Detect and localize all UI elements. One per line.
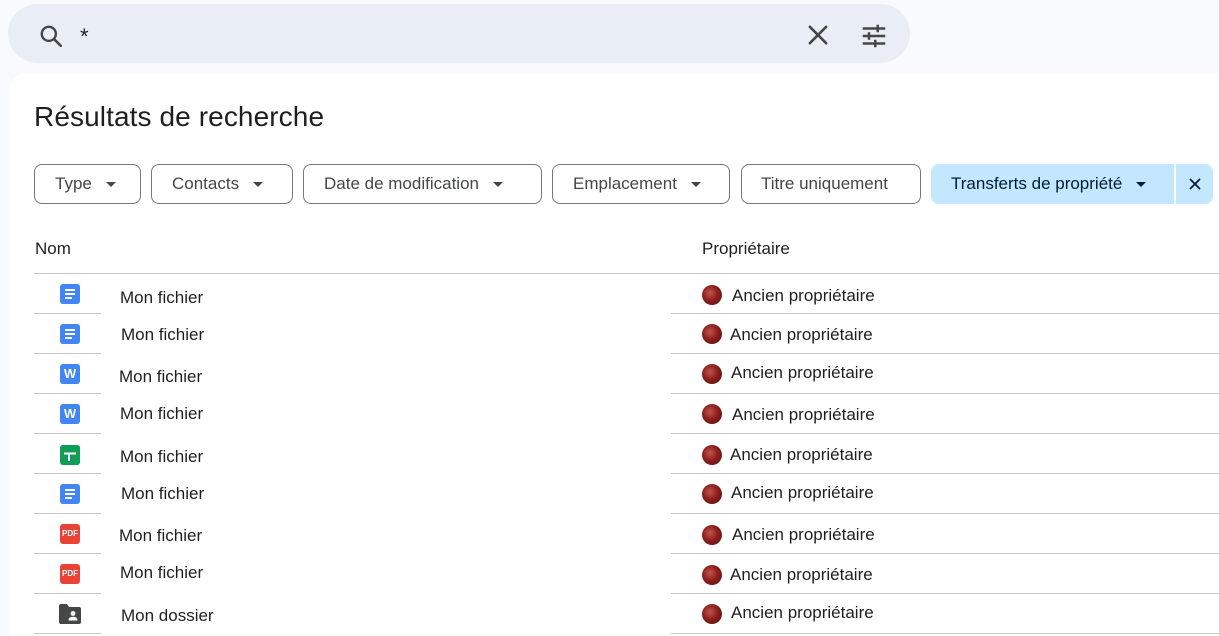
owner-avatar: [702, 445, 722, 465]
owner-name: Ancien propriétaire: [730, 325, 873, 344]
owner-name: Ancien propriétaire: [731, 483, 874, 502]
google-docs-icon: [60, 484, 80, 504]
shared-folder-icon: [59, 604, 81, 624]
search-options-icon[interactable]: [859, 21, 889, 51]
google-docs-icon: [60, 324, 80, 344]
file-row[interactable]: W Mon fichier Ancien propriétaire: [10, 394, 1219, 434]
clear-search-icon[interactable]: [804, 21, 832, 49]
search-bar[interactable]: *: [8, 4, 910, 63]
file-name: Mon fichier: [119, 526, 203, 545]
owner-name: Ancien propriétaire: [730, 445, 873, 464]
owner-avatar: [702, 404, 722, 424]
close-icon: [1188, 178, 1201, 190]
folder-row[interactable]: Mon dossier Ancien propriétaire: [10, 594, 1219, 634]
filter-chip-label: Type: [55, 174, 92, 193]
chevron-down-icon: [253, 181, 264, 187]
filter-chip-title-only[interactable]: Titre uniquement: [741, 164, 921, 204]
owner-avatar: [702, 364, 722, 384]
filter-chip-type[interactable]: Type: [34, 164, 141, 204]
chevron-down-icon: [105, 181, 116, 187]
filter-chip-location[interactable]: Emplacement: [552, 164, 730, 204]
google-docs-icon: [60, 284, 80, 304]
column-header-name[interactable]: Nom: [35, 239, 71, 259]
file-row[interactable]: PDF Mon fichier Ancien propriétaire: [10, 554, 1219, 594]
results-panel: Résultats de recherche Type Contacts Dat…: [10, 73, 1219, 636]
owner-avatar: [702, 604, 722, 624]
pdf-icon: PDF: [60, 524, 80, 544]
chevron-down-icon: [1136, 181, 1147, 187]
file-row[interactable]: Mon fichier Ancien propriétaire: [10, 434, 1219, 474]
file-name: Mon fichier: [120, 404, 204, 423]
owner-name: Ancien propriétaire: [731, 363, 874, 382]
column-header-owner[interactable]: Propriétaire: [702, 239, 790, 259]
filter-chip-ownership-transfers[interactable]: Transferts de propriété: [931, 164, 1174, 204]
owner-name: Ancien propriétaire: [732, 286, 875, 305]
file-row[interactable]: PDF Mon fichier Ancien propriétaire: [10, 514, 1219, 554]
chevron-down-icon: [690, 181, 701, 187]
filter-chip-label: Transferts de propriété: [951, 174, 1123, 193]
google-sheets-icon: [60, 445, 80, 465]
row-divider: [671, 633, 1219, 634]
row-divider: [34, 633, 101, 634]
filter-chip-label: Titre uniquement: [761, 174, 888, 193]
clear-filter-button[interactable]: [1175, 164, 1213, 204]
page-title: Résultats de recherche: [34, 101, 325, 132]
file-name: Mon fichier: [120, 288, 204, 307]
file-name: Mon fichier: [119, 367, 203, 386]
file-name: Mon fichier: [120, 447, 204, 466]
filter-chip-contacts[interactable]: Contacts: [151, 164, 293, 204]
filter-chip-label: Date de modification: [324, 174, 479, 193]
owner-avatar: [702, 484, 722, 504]
file-row[interactable]: Mon fichier Ancien propriétaire: [10, 474, 1219, 514]
file-name: Mon fichier: [121, 325, 205, 344]
filter-chip-label: Emplacement: [573, 174, 677, 193]
search-icon[interactable]: [38, 23, 64, 49]
owner-name: Ancien propriétaire: [730, 565, 873, 584]
file-row[interactable]: Mon fichier Ancien propriétaire: [10, 274, 1219, 314]
owner-avatar: [702, 324, 722, 344]
file-name: Mon fichier: [120, 563, 204, 582]
file-row[interactable]: W Mon fichier Ancien propriétaire: [10, 354, 1219, 394]
owner-name: Ancien propriétaire: [732, 405, 875, 424]
owner-avatar: [702, 565, 722, 585]
word-icon: W: [60, 404, 80, 424]
chevron-down-icon: [492, 181, 503, 187]
word-icon: W: [60, 364, 80, 384]
pdf-icon: PDF: [60, 564, 80, 584]
file-name: Mon fichier: [121, 484, 205, 503]
filter-chip-modified-date[interactable]: Date de modification: [303, 164, 542, 204]
owner-name: Ancien propriétaire: [731, 603, 874, 622]
owner-avatar: [702, 285, 722, 305]
file-row[interactable]: Mon fichier Ancien propriétaire: [10, 314, 1219, 354]
search-input[interactable]: *: [80, 24, 89, 50]
owner-name: Ancien propriétaire: [732, 525, 875, 544]
owner-avatar: [702, 525, 722, 545]
folder-name: Mon dossier: [121, 606, 214, 625]
filter-chip-label: Contacts: [172, 174, 240, 193]
